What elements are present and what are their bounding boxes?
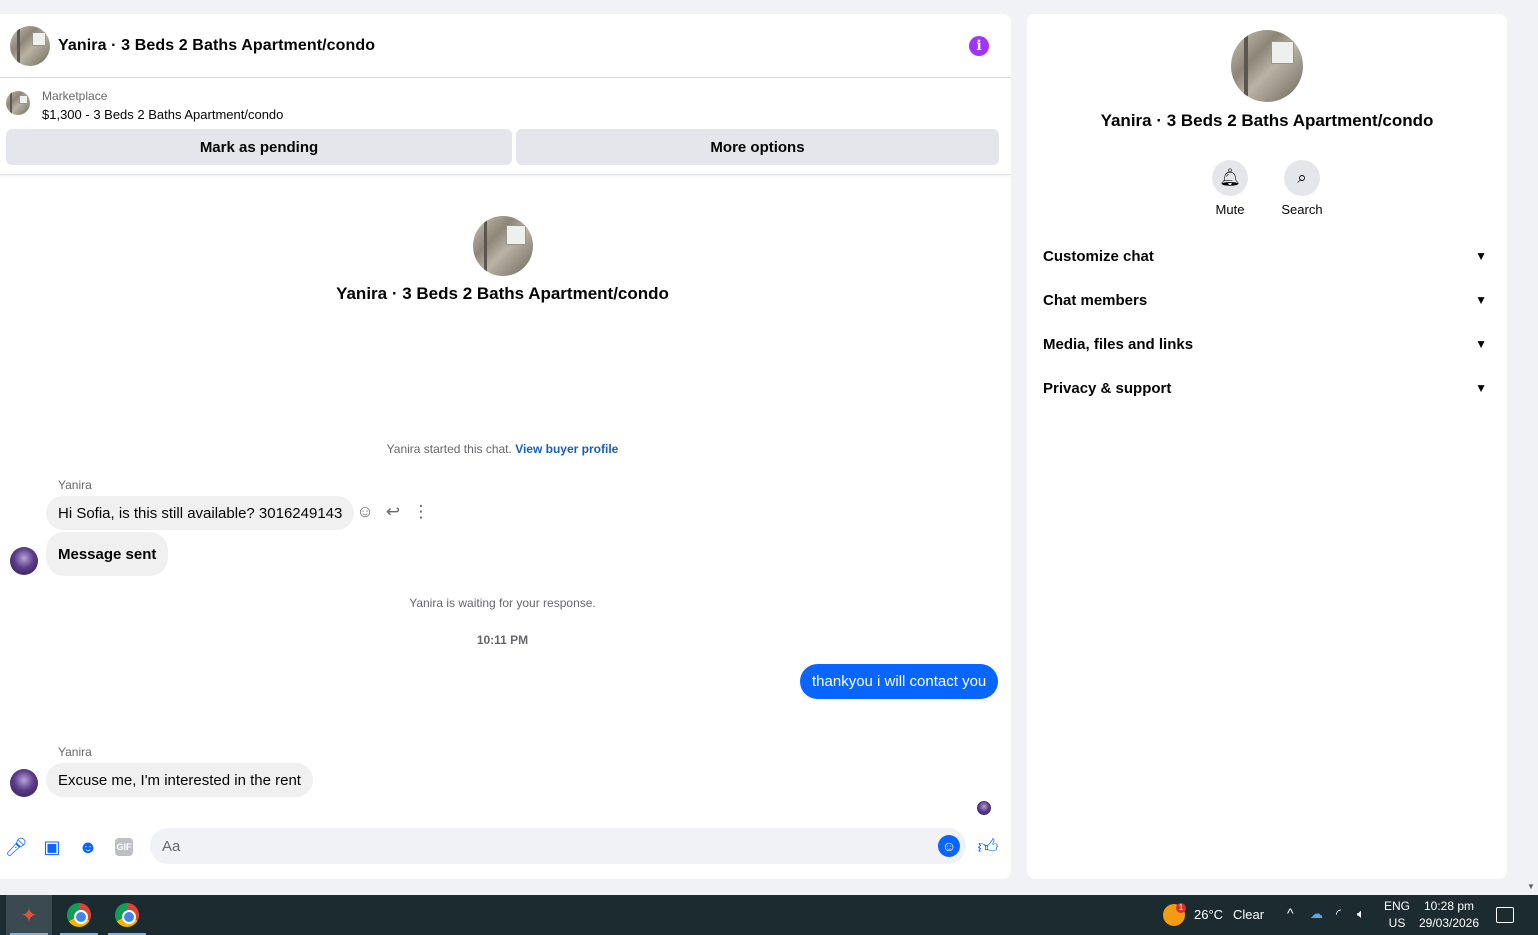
message-input[interactable] [150,828,966,864]
listing-avatar[interactable] [10,25,50,66]
chat-panel: Yanira · 3 Beds 2 Baths Apartment/condo … [0,14,1011,879]
taskbar-chrome-2[interactable] [104,895,150,935]
listing-title[interactable]: $1,300 - 3 Beds 2 Baths Apartment/condo [42,107,283,122]
buyer-avatar[interactable] [10,769,38,797]
chevron-down-icon: ▼ [1475,293,1487,307]
notifications-icon[interactable] [1496,907,1514,923]
row-label: Media, files and links [1043,335,1194,353]
row-label: Privacy & support [1043,379,1172,397]
mute-label: Mute [1215,202,1245,217]
marketplace-label: Marketplace [42,89,108,103]
intro-avatar [473,216,533,276]
clock-time[interactable]: 10:28 pm [1416,899,1482,913]
message-bubble-status[interactable]: Message sent [46,532,169,576]
info-avatar [1231,30,1303,102]
thumbs-up-icon[interactable]: 👍︎ [976,835,1000,859]
waiting-notice: Yanira is waiting for your response. [409,596,596,610]
bell-icon[interactable]: 🔔︎ [1212,160,1248,196]
row-label: Customize chat [1043,247,1154,265]
chat-members-row[interactable]: Chat members ▼ [1043,278,1491,322]
reply-icon[interactable]: ↩ [382,501,404,523]
chat-started-notice: Yanira started this chat. View buyer pro… [0,442,1005,456]
language[interactable]: ENG [1382,899,1412,913]
info-title: Yanira · 3 Beds 2 Baths Apartment/condo [1100,111,1434,130]
message-bubble-incoming[interactable]: Excuse me, I'm interested in the rent [46,763,313,797]
chrome-icon [115,903,139,927]
volume-icon[interactable]: 🔈︎ [1357,906,1365,922]
search-label: Search [1281,202,1323,217]
weather-temp[interactable]: 26°C [1194,907,1223,922]
timestamp: 10:11 PM [476,633,529,647]
media-files-links-row[interactable]: Media, files and links ▼ [1043,322,1491,366]
chevron-down-icon: ▼ [1475,381,1487,395]
cloud-icon[interactable]: ☁ [1310,906,1323,922]
chevron-down-icon: ▼ [1475,249,1487,263]
chat-header: Yanira · 3 Beds 2 Baths Apartment/condo … [0,14,1011,78]
conversation-info-panel: Yanira · 3 Beds 2 Baths Apartment/condo … [1027,14,1507,879]
mark-as-pending-button[interactable]: Mark as pending [6,129,512,165]
chevron-down-icon: ▼ [1475,337,1487,351]
scroll-down-arrow-icon[interactable]: ▼ [1527,882,1535,891]
message-composer: 🎤︎ ▣ ☻ GIF ☺ 👍︎ [0,825,1011,879]
info-icon[interactable]: i [969,36,989,56]
wifi-icon[interactable]: ◜ [1336,906,1341,922]
sticker-icon[interactable]: ☻ [76,835,100,859]
photo-icon[interactable]: ▣ [40,835,64,859]
weather-desc[interactable]: Clear [1233,907,1264,922]
taskbar-app-active[interactable]: ✦ [6,895,52,935]
sender-name: Yanira [58,478,92,492]
mute-button[interactable]: 🔔︎ Mute [1200,160,1260,217]
page-scrollbar[interactable]: ▼ [1524,0,1538,895]
chrome-icon [67,903,91,927]
sender-name: Yanira [58,745,92,759]
gif-icon[interactable]: GIF [115,838,133,856]
customize-chat-row[interactable]: Customize chat ▼ [1043,234,1491,278]
intro-title: Yanira · 3 Beds 2 Baths Apartment/condo [336,284,669,303]
more-vertical-icon[interactable]: ⋮ [410,501,432,523]
search-icon[interactable]: ⌕ [1284,160,1320,196]
more-options-button[interactable]: More options [516,129,999,165]
chat-title[interactable]: Yanira · 3 Beds 2 Baths Apartment/condo [58,37,375,55]
started-text: Yanira started this chat. [386,442,512,456]
clock-date[interactable]: 29/03/2026 [1416,916,1482,930]
message-bubble-outgoing[interactable]: thankyou i will contact you [800,664,999,699]
emoji-icon[interactable]: ☺ [938,835,960,857]
listing-thumbnail[interactable] [6,91,30,115]
message-bubble-incoming[interactable]: Hi Sofia, is this still available? 30162… [46,496,355,530]
weather-badge: 1 [1176,903,1186,913]
buyer-avatar[interactable] [10,547,38,575]
taskbar-chrome-1[interactable] [56,895,102,935]
region[interactable]: US [1382,916,1412,930]
view-buyer-profile-link[interactable]: View buyer profile [515,442,618,456]
seen-avatar [977,801,991,815]
app-icon: ✦ [20,904,38,927]
microphone-icon[interactable]: 🎤︎ [4,835,28,859]
row-label: Chat members [1043,291,1148,309]
marketplace-bar: Marketplace $1,300 - 3 Beds 2 Baths Apar… [0,78,1011,175]
chevron-up-icon[interactable]: ^ [1287,905,1294,921]
search-button[interactable]: ⌕ Search [1272,160,1332,217]
react-emoji-icon[interactable]: ☺ [354,501,376,523]
privacy-support-row[interactable]: Privacy & support ▼ [1043,366,1491,410]
taskbar: ✦ 1 26°C Clear ^ ☁ ◜ 🔈︎ ENG US 10:28 pm … [0,895,1538,935]
